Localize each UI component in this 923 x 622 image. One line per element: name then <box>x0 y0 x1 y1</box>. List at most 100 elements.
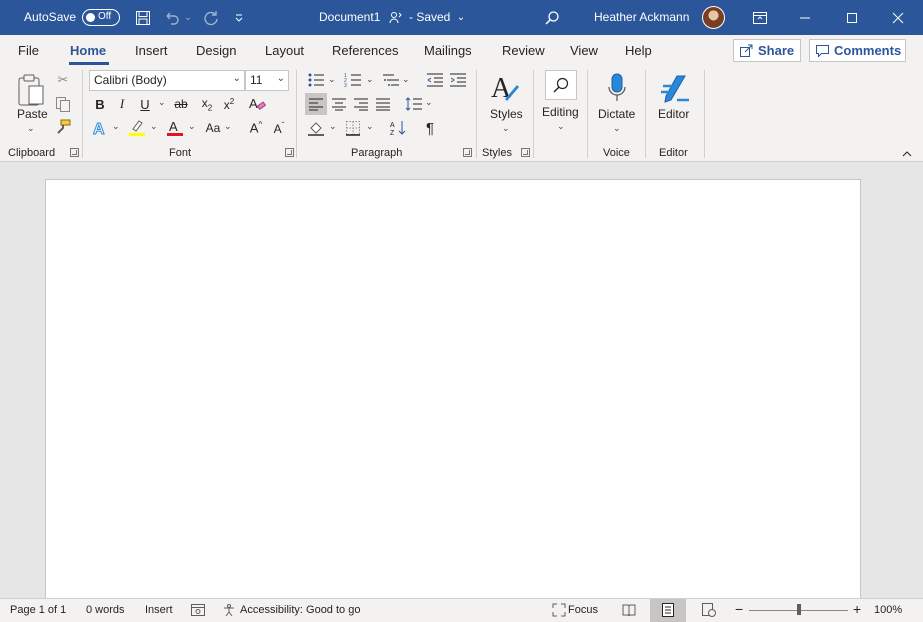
undo-dropdown-icon[interactable]: ⌄ <box>183 0 193 35</box>
web-layout-icon[interactable] <box>701 602 717 618</box>
multilevel-list-icon[interactable] <box>381 70 401 90</box>
paste-label[interactable]: Paste <box>17 107 48 121</box>
customize-toolbar-icon[interactable] <box>231 0 247 35</box>
save-icon[interactable] <box>133 0 153 35</box>
editing-label[interactable]: Editing <box>542 105 579 119</box>
styles-label[interactable]: Styles <box>490 107 523 121</box>
font-launcher-icon[interactable] <box>285 148 294 157</box>
undo-icon[interactable] <box>162 0 182 35</box>
multilevel-dropdown-icon[interactable]: ⌄ <box>402 74 410 85</box>
comments-button[interactable]: Comments <box>809 39 906 62</box>
change-case-icon[interactable]: Aa <box>202 118 224 138</box>
font-color-icon[interactable]: A <box>165 118 185 138</box>
justify-icon[interactable] <box>372 93 394 115</box>
title-dropdown-icon[interactable]: ⌄ <box>455 0 467 35</box>
accessibility-status[interactable]: Accessibility: Good to go <box>240 604 360 616</box>
align-center-icon[interactable] <box>328 93 350 115</box>
zoom-in-icon[interactable]: + <box>853 601 861 617</box>
paste-dropdown-icon[interactable]: ⌄ <box>27 123 35 134</box>
borders-dropdown-icon[interactable]: ⌄ <box>366 121 374 132</box>
collapse-ribbon-icon[interactable] <box>900 148 914 160</box>
ribbon-display-options-icon[interactable] <box>751 0 769 35</box>
highlight-dropdown-icon[interactable]: ⌄ <box>150 121 158 132</box>
zoom-out-icon[interactable]: − <box>735 601 743 617</box>
dictate-label[interactable]: Dictate <box>598 107 635 121</box>
tab-layout[interactable]: Layout <box>265 43 304 58</box>
close-icon[interactable] <box>889 0 907 35</box>
increase-indent-icon[interactable] <box>448 70 468 90</box>
search-icon[interactable] <box>542 0 562 35</box>
focus-icon[interactable] <box>551 602 567 618</box>
italic-icon[interactable]: I <box>114 95 130 113</box>
paragraph-launcher-icon[interactable] <box>463 148 472 157</box>
strikethrough-icon[interactable]: ab <box>172 95 190 113</box>
tab-design[interactable]: Design <box>196 43 236 58</box>
tab-mailings[interactable]: Mailings <box>424 43 472 58</box>
highlight-icon[interactable] <box>127 118 147 138</box>
sort-icon[interactable]: AZ <box>388 118 408 138</box>
zoom-slider-thumb[interactable] <box>797 604 801 615</box>
superscript-icon[interactable]: x2 <box>220 95 238 113</box>
macro-recording-icon[interactable] <box>190 602 206 618</box>
subscript-icon[interactable]: x2 <box>198 95 216 113</box>
tab-view[interactable]: View <box>570 43 598 58</box>
bold-icon[interactable]: B <box>92 95 108 113</box>
zoom-level[interactable]: 100% <box>874 604 902 616</box>
share-button[interactable]: Share <box>733 39 801 62</box>
line-spacing-dropdown-icon[interactable]: ⌄ <box>425 97 433 108</box>
styles-icon[interactable]: A <box>488 70 522 106</box>
avatar[interactable] <box>702 6 725 29</box>
microphone-icon[interactable] <box>603 70 631 106</box>
tab-help[interactable]: Help <box>625 43 652 58</box>
numbering-icon[interactable]: 123 <box>343 70 363 90</box>
minimize-icon[interactable] <box>796 0 814 35</box>
print-layout-icon[interactable] <box>660 602 676 618</box>
bullets-dropdown-icon[interactable]: ⌄ <box>328 74 336 85</box>
change-case-dropdown-icon[interactable]: ⌄ <box>224 121 232 132</box>
tab-home[interactable]: Home <box>70 43 106 58</box>
bullets-icon[interactable] <box>306 70 326 90</box>
text-effects-icon[interactable]: A <box>92 118 110 138</box>
focus-label[interactable]: Focus <box>568 604 598 616</box>
numbering-dropdown-icon[interactable]: ⌄ <box>366 74 374 85</box>
font-family-combo[interactable]: Calibri (Body) ⌄ <box>89 70 245 91</box>
underline-dropdown-icon[interactable]: ⌄ <box>158 97 166 108</box>
underline-icon[interactable]: U <box>137 95 153 113</box>
clipboard-launcher-icon[interactable] <box>70 148 79 157</box>
clear-formatting-icon[interactable]: A <box>247 94 267 114</box>
show-formatting-marks-icon[interactable]: ¶ <box>421 118 439 138</box>
read-mode-icon[interactable] <box>621 602 637 618</box>
page-count[interactable]: Page 1 of 1 <box>10 604 66 616</box>
document-page[interactable] <box>45 179 861 609</box>
decrease-indent-icon[interactable] <box>425 70 445 90</box>
align-right-icon[interactable] <box>350 93 372 115</box>
line-spacing-icon[interactable] <box>404 93 424 115</box>
document-title[interactable]: Document1 <box>319 10 380 24</box>
tab-references[interactable]: References <box>332 43 398 58</box>
format-painter-icon[interactable] <box>54 118 72 136</box>
font-color-dropdown-icon[interactable]: ⌄ <box>188 121 196 132</box>
shrink-font-icon[interactable]: Aˇ <box>270 118 288 138</box>
grow-font-icon[interactable]: A^ <box>247 118 265 138</box>
text-effects-dropdown-icon[interactable]: ⌄ <box>112 121 120 132</box>
maximize-icon[interactable] <box>843 0 861 35</box>
editor-label[interactable]: Editor <box>658 107 689 121</box>
autosave-toggle[interactable]: Off <box>82 9 120 26</box>
font-size-combo[interactable]: 11 ⌄ <box>245 70 289 91</box>
dictate-dropdown-icon[interactable]: ⌄ <box>613 123 621 134</box>
user-name[interactable]: Heather Ackmann <box>594 10 689 24</box>
tab-insert[interactable]: Insert <box>135 43 168 58</box>
editing-dropdown-icon[interactable]: ⌄ <box>557 121 565 132</box>
word-count[interactable]: 0 words <box>86 604 125 616</box>
shading-icon[interactable] <box>306 118 326 138</box>
align-left-icon[interactable] <box>305 93 327 115</box>
accessibility-icon[interactable] <box>221 602 237 618</box>
paste-icon[interactable] <box>14 70 48 110</box>
editor-icon[interactable] <box>658 70 692 106</box>
redo-icon[interactable] <box>201 0 221 35</box>
cut-icon[interactable]: ✂ <box>54 71 72 89</box>
insert-mode[interactable]: Insert <box>145 604 173 616</box>
borders-icon[interactable] <box>343 118 363 138</box>
shading-dropdown-icon[interactable]: ⌄ <box>329 121 337 132</box>
copy-icon[interactable] <box>54 95 72 113</box>
